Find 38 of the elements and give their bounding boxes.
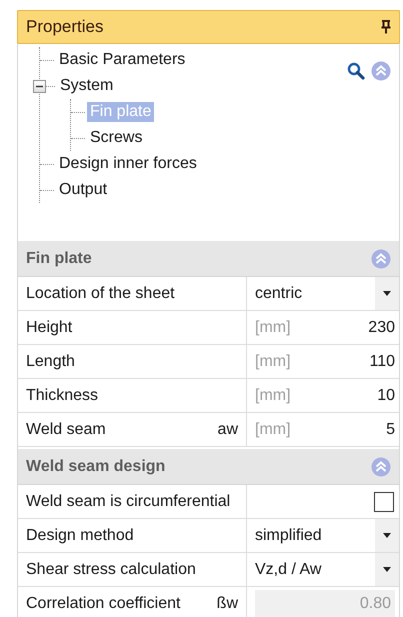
- unit-label: [mm]: [255, 352, 291, 370]
- value-field[interactable]: 110: [369, 352, 395, 370]
- property-label: Length: [26, 352, 75, 370]
- dropdown[interactable]: centric: [247, 277, 399, 310]
- dropdown[interactable]: Vz,d / Aw: [247, 553, 399, 586]
- pin-icon[interactable]: [381, 20, 391, 34]
- section-title: Weld seam design: [26, 458, 166, 476]
- property-label: Thickness: [26, 386, 98, 404]
- search-icon[interactable]: [347, 62, 365, 80]
- value-field[interactable]: 230: [368, 318, 395, 336]
- property-label: Design method: [26, 526, 134, 544]
- caret-icon: [383, 567, 391, 572]
- unit-label: [mm]: [255, 420, 291, 438]
- property-symbol: aw: [218, 420, 238, 438]
- property-label: Height: [26, 318, 72, 336]
- expander-icon[interactable]: [33, 80, 46, 92]
- property-label: Correlation coefficient: [26, 594, 180, 612]
- unit-label: [mm]: [255, 318, 291, 336]
- unit-label: [mm]: [255, 386, 291, 404]
- property-label: Weld seam is circumferential: [26, 492, 230, 510]
- dropdown[interactable]: simplified: [247, 519, 399, 552]
- checkbox[interactable]: [374, 492, 394, 512]
- property-label: Location of the sheet: [26, 284, 175, 302]
- tree-item[interactable]: Basic Parameters: [56, 50, 188, 70]
- value-field[interactable]: 5: [386, 420, 395, 438]
- tree-item[interactable]: System: [57, 76, 116, 96]
- property-label: Weld seam: [26, 420, 106, 438]
- tree-item[interactable]: Screws: [87, 128, 146, 148]
- readonly-field: 0.80: [255, 590, 395, 617]
- panel-title: Properties: [26, 17, 104, 37]
- section-title: Fin plate: [26, 250, 92, 268]
- property-symbol: ßw: [216, 594, 238, 612]
- caret-icon: [383, 533, 391, 538]
- tree-item[interactable]: Output: [56, 180, 110, 200]
- caret-icon: [383, 291, 391, 296]
- tree-item[interactable]: Design inner forces: [56, 154, 200, 174]
- property-label: Shear stress calculation: [26, 560, 196, 578]
- value-field[interactable]: 10: [377, 386, 395, 404]
